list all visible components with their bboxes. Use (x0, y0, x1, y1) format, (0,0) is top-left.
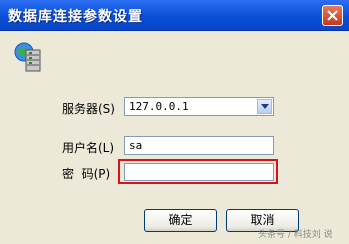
server-value: 127.0.0.1 (129, 100, 189, 113)
server-label: 服务器(S) (62, 102, 115, 116)
close-icon (327, 10, 338, 21)
username-input[interactable]: sa (124, 136, 274, 155)
password-label: 密 码(P) (62, 167, 111, 181)
chevron-down-icon (261, 104, 269, 109)
watermark: 头条号 / 科技刘 说 (258, 230, 333, 240)
username-value: sa (129, 139, 143, 152)
close-button[interactable] (322, 5, 343, 26)
database-icon (14, 42, 41, 72)
server-select[interactable]: 127.0.0.1 (124, 97, 274, 116)
window-title: 数据库连接参数设置 (8, 9, 143, 25)
username-label: 用户名(L) (62, 141, 115, 155)
ok-button[interactable]: 确定 (144, 209, 217, 232)
server-dropdown-button[interactable] (257, 99, 272, 114)
title-bar: 数据库连接参数设置 (0, 0, 349, 31)
password-input[interactable] (124, 163, 274, 181)
